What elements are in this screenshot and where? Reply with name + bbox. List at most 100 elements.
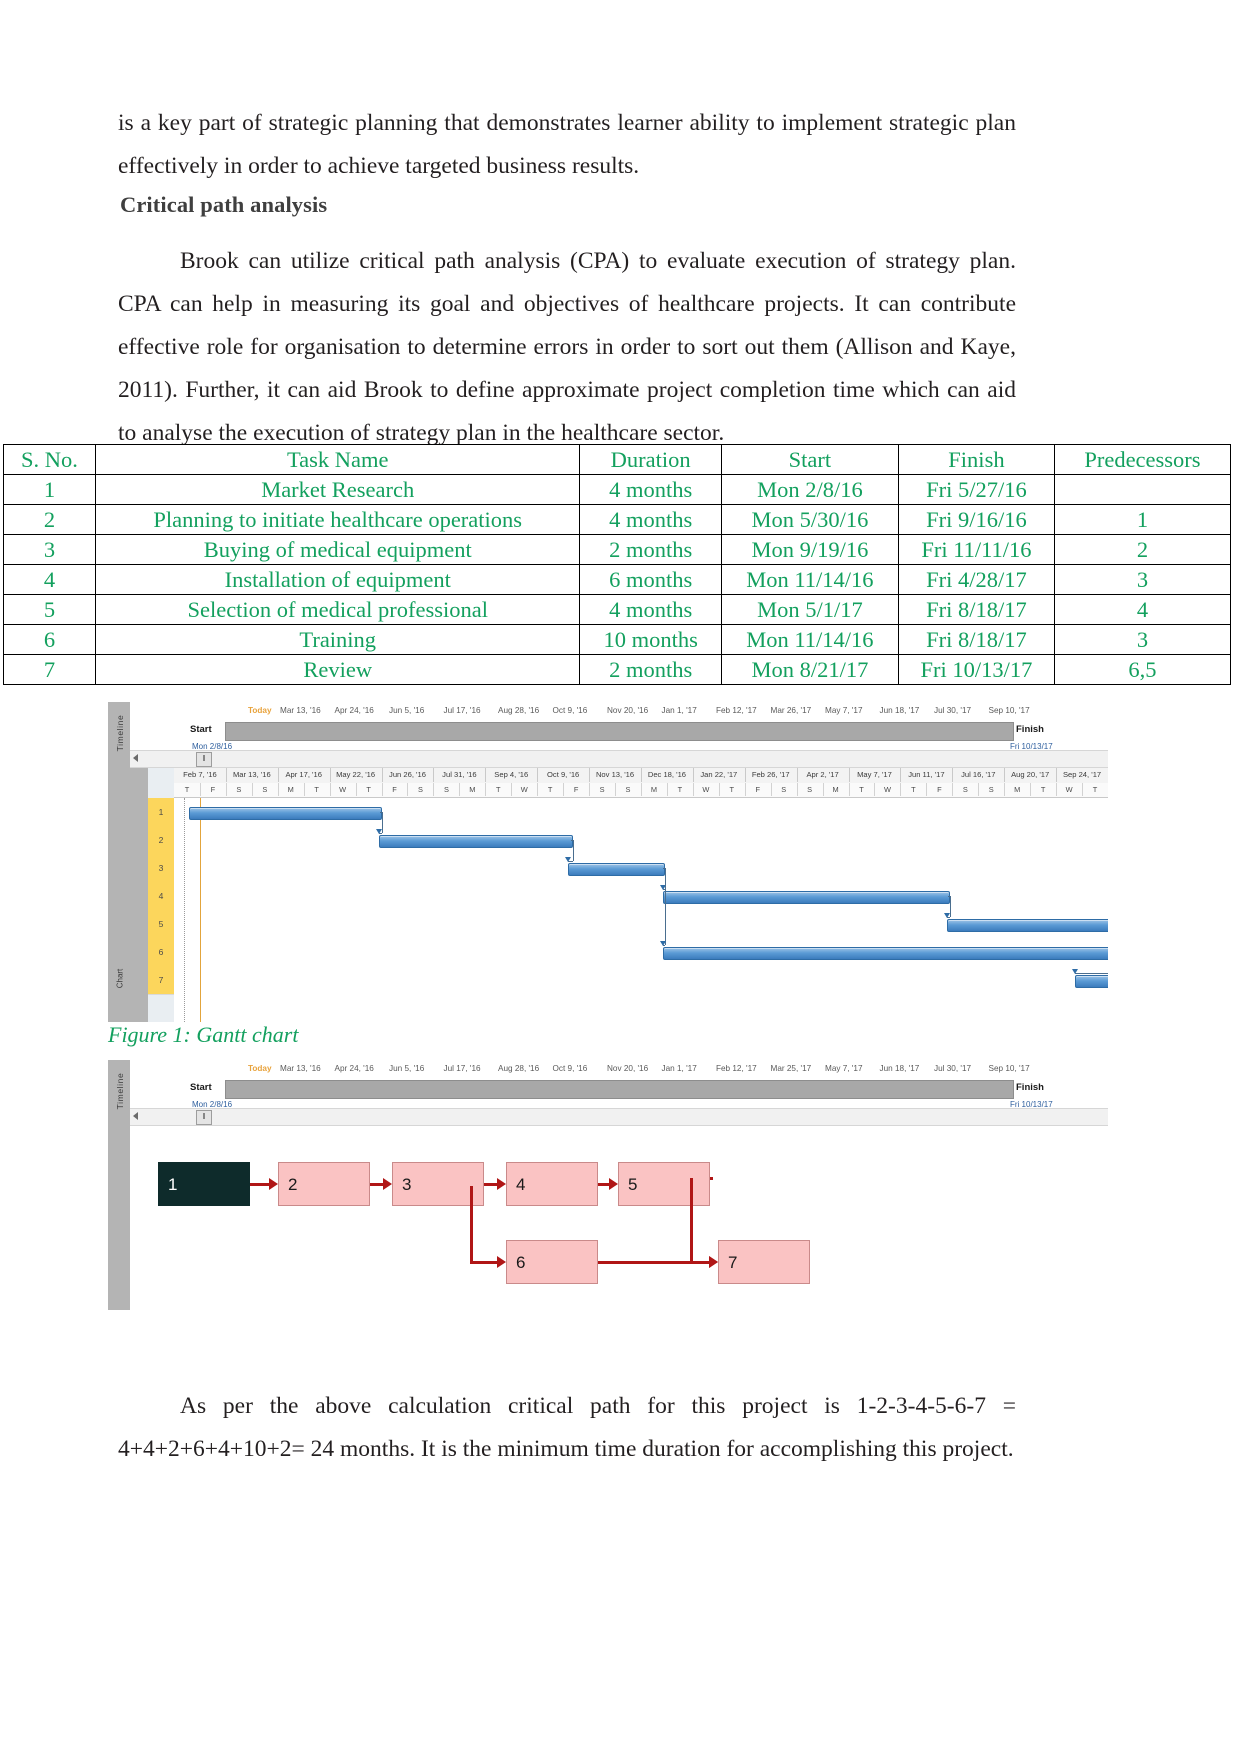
gantt-link-line: [572, 840, 574, 861]
timeline-tick-0: Mar 13, '16: [280, 706, 321, 715]
gantt-day-tick-19: T: [667, 783, 694, 796]
table-col-header-3: Start: [720, 444, 900, 475]
gantt-day-tick-5: T: [304, 783, 331, 796]
gantt-bar-task-4[interactable]: [663, 891, 951, 904]
gantt-bar-task-5[interactable]: [947, 919, 1108, 932]
gantt-date-tick-10: Jan 22, '17: [693, 768, 746, 782]
timeline-tick-9: Mar 26, '17: [770, 706, 812, 715]
gantt-date-tick-2: Apr 17, '16: [278, 768, 331, 782]
network-timeline-rail-label: Timeline: [115, 1072, 125, 1110]
network-node-2[interactable]: 2: [278, 1162, 370, 1206]
gantt-date-tick-15: Jul 16, '17: [952, 768, 1006, 782]
timeline-tick-0: Mar 13, '16: [280, 1064, 321, 1073]
network-arrow-4-5-head-icon: [609, 1178, 618, 1190]
gantt-bar-task-1[interactable]: [188, 807, 383, 820]
gantt-day-tick-30: S: [952, 783, 980, 796]
gantt-bar-task-6[interactable]: [663, 947, 1108, 960]
gantt-date-tick-16: Aug 20, '17: [1004, 768, 1058, 782]
gantt-row-id-5: 5: [148, 910, 174, 939]
table-cell-r2-c1: Buying of medical equipment: [94, 534, 581, 565]
table-cell-r3-c1: Installation of equipment: [94, 564, 581, 595]
gantt-day-tick-22: F: [745, 783, 772, 796]
table-cell-r6-c4: Fri 10/13/17: [898, 654, 1055, 685]
network-arrow-6-7-head-icon: [709, 1256, 718, 1268]
table-cell-r0-c2: 4 months: [579, 474, 722, 505]
chart-rail-label: Chart: [115, 968, 125, 989]
table-cell-r5-c3: Mon 11/14/16: [720, 624, 900, 655]
table-cell-r4-c5: 4: [1053, 594, 1232, 625]
network-node-1[interactable]: 1: [158, 1162, 250, 1206]
gantt-day-tick-12: T: [485, 783, 513, 796]
network-node-5[interactable]: 5: [618, 1162, 710, 1206]
table-cell-r5-c2: 10 months: [579, 624, 722, 655]
network-arrow-3-6: [470, 1261, 498, 1264]
table-row: 4 Installation of equipment 6 months Mon 11…: [3, 564, 1232, 595]
table-cell-r0-c5: [1053, 474, 1232, 505]
table-cell-r4-c1: Selection of medical professional: [94, 594, 581, 625]
gantt-date-tick-4: Jun 26, '16: [382, 768, 435, 782]
gantt-day-tick-6: W: [330, 783, 357, 796]
network-arrow-1-2-head-icon: [269, 1178, 278, 1190]
gantt-row-id-3: 3: [148, 854, 174, 883]
network-scrollbar[interactable]: ‖: [130, 1108, 1108, 1126]
gantt-link-arrow-icon: [660, 941, 667, 946]
network-node-4[interactable]: 4: [506, 1162, 598, 1206]
gantt-frame: Timeline Chart Today Mar 13, '16 Apr 24, '…: [108, 702, 1108, 1022]
timeline-tick-1: Apr 24, '16: [334, 706, 374, 715]
timeline-tick-11: Jun 18, '17: [879, 706, 920, 715]
table-cell-r3-c5: 3: [1053, 564, 1232, 595]
gantt-date-tick-12: Apr 2, '17: [797, 768, 850, 782]
network-nodes-area: 1234567: [130, 1138, 1108, 1310]
network-summary-bar: [225, 1080, 1014, 1099]
gantt-link-arrow-icon: [376, 829, 383, 834]
table-cell-r6-c5: 6,5: [1053, 654, 1232, 685]
gantt-day-tick-4: M: [278, 783, 305, 796]
network-scroll-left-arrow-icon[interactable]: [133, 1112, 138, 1120]
table-cell-r0-c3: Mon 2/8/16: [720, 474, 900, 505]
today-marker-line: [200, 798, 201, 1022]
gantt-row-id-4: 4: [148, 882, 174, 911]
network-node-7[interactable]: 7: [718, 1240, 810, 1284]
gantt-date-tick-3: May 22, '16: [330, 768, 383, 782]
table-cell-r6-c2: 2 months: [579, 654, 722, 685]
table-header-row: S. No. Task Name Duration Start Finish Predec…: [3, 444, 1232, 475]
network-scroll-thumb-handle[interactable]: ‖: [196, 1110, 212, 1125]
cpa-table-container: S. No. Task Name Duration Start Finish Predec…: [3, 444, 1232, 685]
timeline-finish-label: Finish: [1016, 724, 1044, 735]
scroll-thumb-handle[interactable]: ‖: [196, 752, 212, 767]
gantt-plot-area: [174, 798, 1108, 1022]
table-cell-r2-c5: 2: [1053, 534, 1232, 565]
gantt-day-tick-15: F: [563, 783, 591, 796]
gantt-day-tick-16: S: [589, 783, 617, 796]
gantt-link-arrow-icon: [1072, 969, 1079, 974]
today-label: Today: [248, 1064, 272, 1073]
table-cell-r4-c3: Mon 5/1/17: [720, 594, 900, 625]
table-row: 6 Training 10 months Mon 11/14/16 Fri 8/18/1…: [3, 624, 1232, 655]
figure1-caption: Figure 1: Gantt chart: [108, 1022, 299, 1047]
table-cell-r1-c5: 1: [1053, 504, 1232, 535]
network-arrow-2-3: [370, 1183, 384, 1186]
timeline-tick-8: Feb 12, '17: [716, 1064, 757, 1073]
timeline-tick-4: Aug 28, '16: [498, 706, 540, 715]
intro-paragraph: is a key part of strategic planning that…: [118, 110, 1016, 179]
gantt-bar-task-3[interactable]: [568, 863, 666, 876]
scroll-left-arrow-icon[interactable]: [133, 754, 138, 762]
project-start-guide-line: [184, 798, 185, 1022]
gantt-bar-task-2[interactable]: [379, 835, 573, 848]
gantt-row-id-6: 6: [148, 938, 174, 967]
gantt-day-tick-17: S: [615, 783, 642, 796]
network-frame: Timeline Today Mar 13, '16 Apr 24, '16 Jun …: [108, 1060, 1108, 1310]
gantt-day-tick-18: M: [641, 783, 668, 796]
gantt-link-line: [382, 812, 384, 833]
timeline-tick-4: Aug 28, '16: [498, 1064, 540, 1073]
gantt-day-tick-33: T: [1030, 783, 1058, 796]
gantt-bar-task-7[interactable]: [1075, 975, 1108, 988]
timeline-scrollbar[interactable]: ‖: [130, 750, 1108, 768]
table-cell-r3-c0: 4: [3, 564, 96, 595]
table-row: 5 Selection of medical professional 4 mont…: [3, 594, 1232, 625]
gantt-day-tick-3: S: [252, 783, 279, 796]
table-cell-r2-c0: 3: [3, 534, 96, 565]
table-cell-r0-c0: 1: [3, 474, 96, 505]
network-node-6[interactable]: 6: [506, 1240, 598, 1284]
gantt-date-header: Feb 7, '16 Mar 13, '16 Apr 17, '16 May 22, …: [174, 768, 1108, 784]
